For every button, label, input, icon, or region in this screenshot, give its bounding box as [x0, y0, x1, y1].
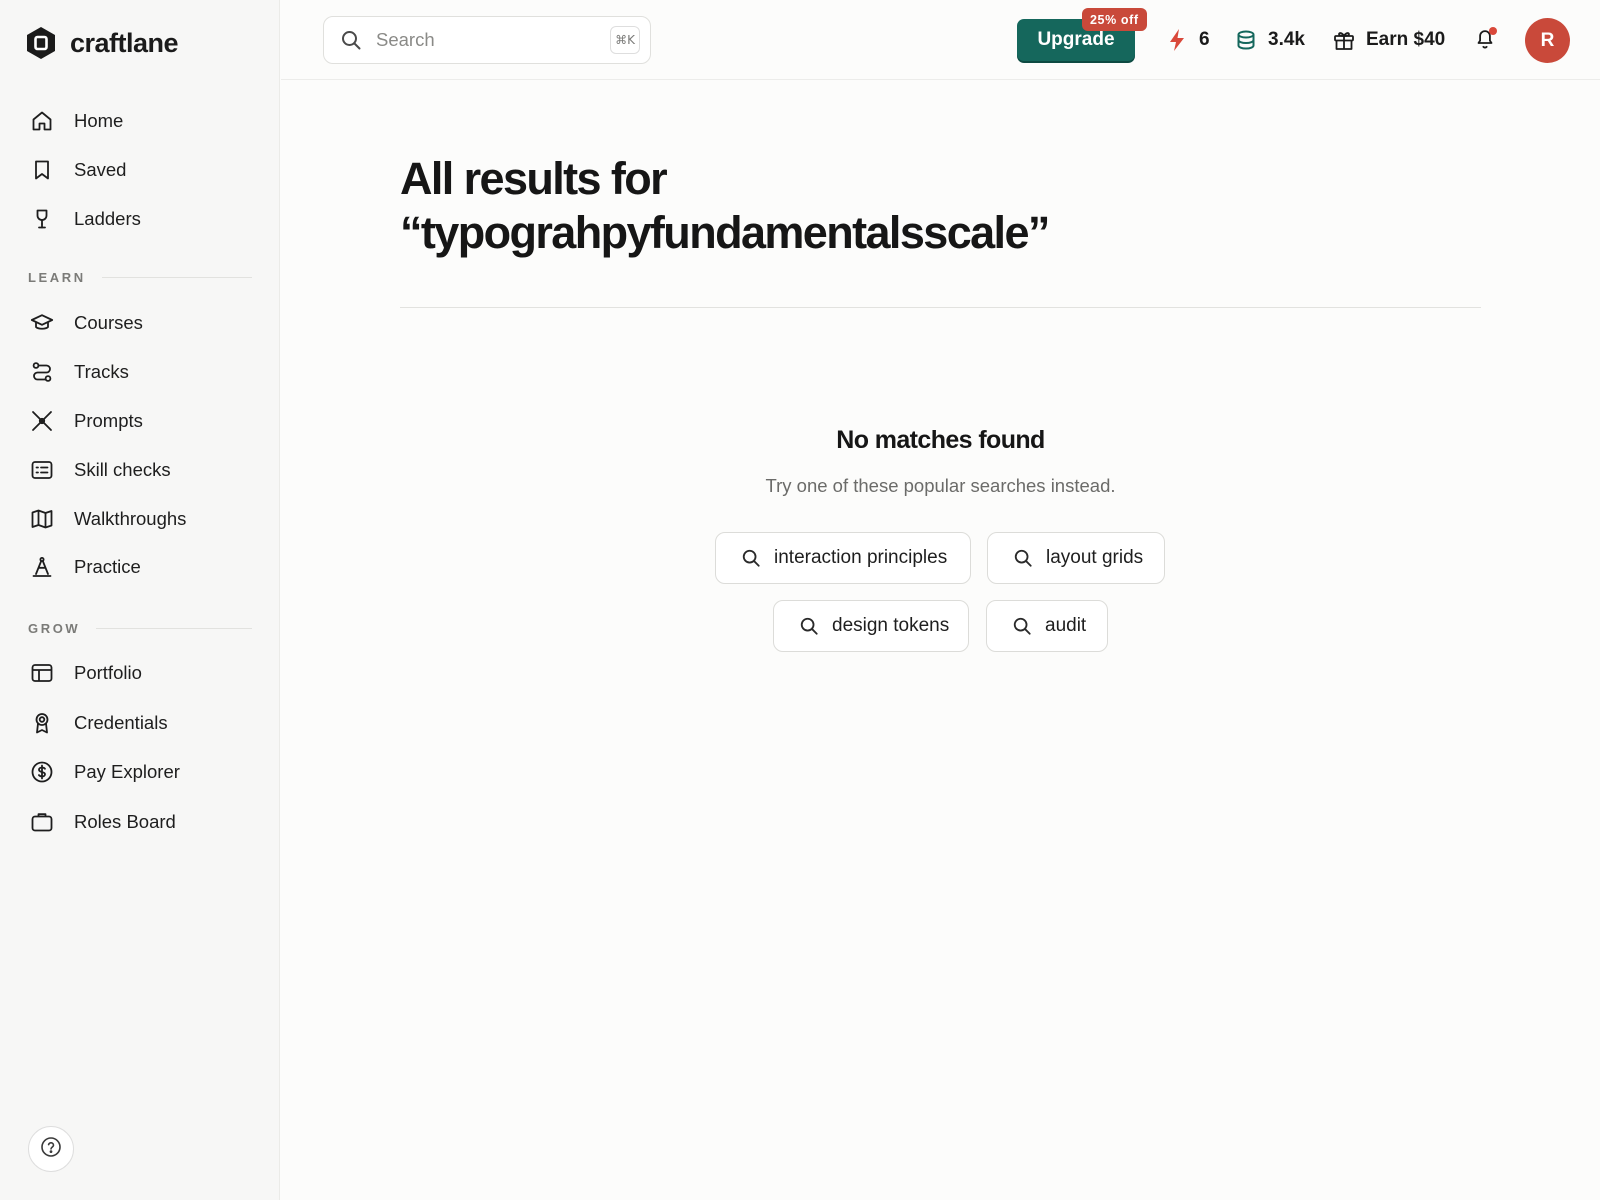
coin-stack-icon	[1234, 28, 1258, 52]
crossed-tools-icon	[30, 409, 54, 433]
craftlane-logo-icon	[24, 26, 58, 60]
suggestion-chip-layout-grids[interactable]: layout grids	[987, 532, 1165, 584]
sidebar-item-roles-board[interactable]: Roles Board	[24, 802, 256, 842]
help-button[interactable]	[28, 1126, 74, 1172]
suggestion-chip-audit[interactable]: audit	[986, 600, 1108, 652]
graduation-cap-icon	[30, 311, 54, 335]
sidebar-item-label: Practice	[74, 556, 141, 577]
suggestion-chip-design-tokens[interactable]: design tokens	[773, 600, 969, 652]
search-box[interactable]: ⌘K	[323, 16, 651, 64]
sidebar-item-ladders[interactable]: Ladders	[24, 199, 256, 239]
sidebar-item-label: Portfolio	[74, 662, 142, 683]
section-header-learn: LEARN	[28, 270, 252, 285]
section-divider	[101, 277, 252, 278]
coin-balance[interactable]: 3.4k	[1234, 24, 1305, 56]
suggestion-label: layout grids	[1046, 547, 1144, 568]
gift-icon	[1332, 28, 1356, 52]
search-icon	[798, 615, 820, 637]
discount-badge: 25% off	[1082, 8, 1147, 31]
award-ribbon-icon	[30, 711, 54, 735]
empty-state-title: No matches found	[836, 426, 1045, 454]
brand[interactable]: craftlane	[24, 26, 179, 60]
briefcase-icon	[30, 810, 54, 834]
sidebar-item-pay-explorer[interactable]: Pay Explorer	[24, 752, 256, 792]
sidebar-item-portfolio[interactable]: Portfolio	[24, 653, 256, 693]
sidebar: craftlane Home Saved Ladders LEARN Cours…	[0, 0, 280, 1200]
sidebar-item-label: Prompts	[74, 410, 143, 431]
earn-label: Earn $40	[1366, 29, 1446, 50]
sidebar-item-tracks[interactable]: Tracks	[24, 352, 256, 392]
sidebar-item-courses[interactable]: Courses	[24, 303, 256, 343]
suggestion-label: design tokens	[832, 615, 950, 636]
sidebar-item-saved[interactable]: Saved	[24, 150, 256, 190]
sidebar-item-home[interactable]: Home	[24, 101, 256, 141]
sidebar-item-practice[interactable]: Practice	[24, 547, 256, 587]
lightning-bolt-icon	[1165, 28, 1189, 52]
brand-name: craftlane	[70, 27, 179, 58]
avatar[interactable]: R	[1525, 18, 1570, 63]
section-header-grow: GROW	[28, 621, 252, 636]
route-icon	[30, 360, 54, 384]
sidebar-item-label: Pay Explorer	[74, 761, 180, 782]
streak-counter[interactable]: 6	[1165, 24, 1210, 56]
sidebar-item-label: Tracks	[74, 361, 129, 382]
notification-dot	[1489, 27, 1497, 35]
home-icon	[30, 109, 54, 133]
heading-divider	[400, 307, 1481, 308]
suggestion-label: audit	[1045, 615, 1087, 636]
sidebar-item-label: Roles Board	[74, 811, 176, 832]
top-bar: ⌘K Upgrade 25% off 6 3.4k Earn $40 R	[281, 0, 1600, 80]
search-input[interactable]	[376, 29, 596, 51]
search-icon	[1011, 615, 1033, 637]
page-title: All results for “typograhpyfundamentalss…	[400, 152, 1480, 260]
sidebar-item-label: Courses	[74, 312, 143, 333]
dollar-coin-icon	[30, 760, 54, 784]
search-query: “typograhpyfundamentalsscale”	[400, 207, 1050, 258]
map-icon	[30, 507, 54, 531]
checklist-icon	[30, 458, 54, 482]
sidebar-item-walkthroughs[interactable]: Walkthroughs	[24, 499, 256, 539]
suggestion-label: interaction principles	[774, 547, 948, 568]
streak-count: 6	[1199, 29, 1210, 50]
results-heading-prefix: All results for	[400, 153, 668, 204]
compass-drafting-icon	[30, 555, 54, 579]
trophy-icon	[30, 207, 54, 231]
sidebar-item-label: Saved	[74, 159, 127, 180]
sidebar-item-skill-checks[interactable]: Skill checks	[24, 450, 256, 490]
earn-referral-link[interactable]: Earn $40	[1332, 24, 1445, 56]
empty-state-subtitle: Try one of these popular searches instea…	[765, 475, 1116, 496]
help-icon	[40, 1136, 62, 1163]
keyboard-shortcut-badge: ⌘K	[610, 26, 640, 54]
coin-count: 3.4k	[1268, 29, 1305, 50]
search-icon	[340, 29, 362, 51]
sidebar-item-label: Skill checks	[74, 459, 171, 480]
bookmark-icon	[30, 158, 54, 182]
search-icon	[740, 547, 762, 569]
sidebar-item-label: Home	[74, 110, 124, 131]
sidebar-item-credentials[interactable]: Credentials	[24, 703, 256, 743]
section-title: LEARN	[28, 270, 86, 285]
sidebar-item-prompts[interactable]: Prompts	[24, 401, 256, 441]
section-divider	[96, 628, 252, 629]
suggestion-chip-interaction-principles[interactable]: interaction principles	[715, 532, 971, 584]
notifications-button[interactable]	[1469, 24, 1501, 56]
layout-icon	[30, 661, 54, 685]
sidebar-item-label: Ladders	[74, 208, 141, 229]
section-title: GROW	[28, 621, 81, 636]
sidebar-item-label: Credentials	[74, 712, 168, 733]
search-icon	[1012, 547, 1034, 569]
sidebar-item-label: Walkthroughs	[74, 508, 187, 529]
